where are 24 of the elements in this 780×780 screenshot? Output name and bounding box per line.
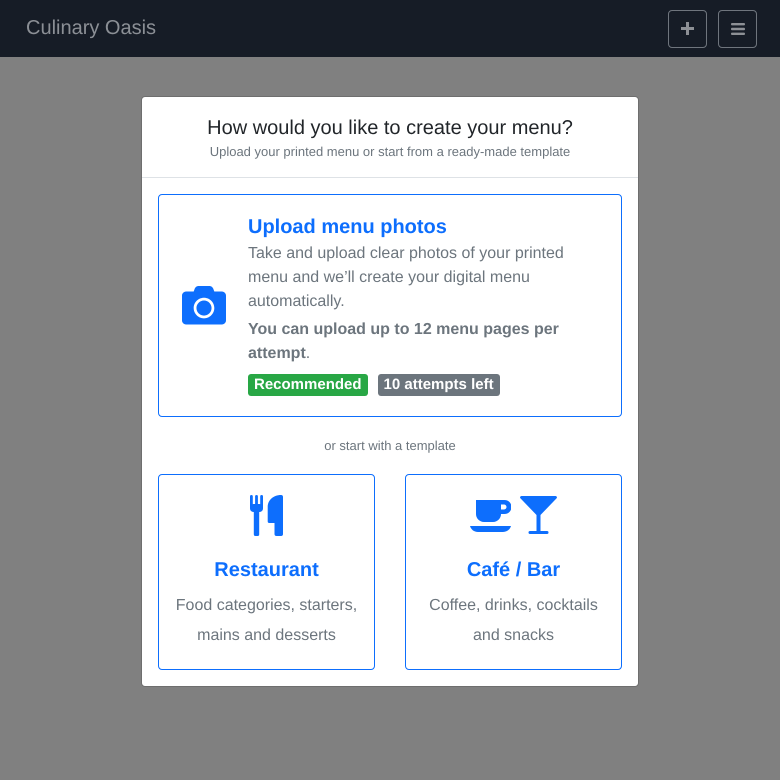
fork-and-knife-icon [250, 494, 283, 536]
template-description: Coffee, drinks, cocktails and snacks [428, 596, 599, 646]
template-description: Food categories, starters, mains and desserts [174, 596, 358, 646]
template-card[interactable]: Café / Bar Coffee, drinks, cocktails and snacks [405, 474, 622, 670]
option-description: Take and upload clear photos of your printed menu and we’ll create your digital menu automatically. [248, 244, 565, 312]
template-title: Restaurant [214, 558, 319, 582]
menu-button[interactable] [718, 10, 757, 48]
divider-text: or start with a template [323, 437, 457, 455]
template-card[interactable]: Restaurant Food categories, starters, mains and desserts [158, 474, 375, 670]
modal-subtitle: Upload your printed menu or start from a ready-made template [210, 143, 570, 161]
template-title: Café / Bar [466, 558, 560, 582]
modal-title: How would you like to create your menu? [207, 116, 573, 140]
option-title: Upload menu photos [248, 215, 447, 239]
add-button[interactable] [668, 10, 707, 48]
brand-name: Culinary Oasis [26, 17, 156, 40]
camera-icon [182, 286, 226, 325]
menu-icon [730, 22, 744, 34]
plus-icon [681, 22, 694, 35]
status-badge: 10 attempts left [378, 374, 500, 396]
upload-limit-note: You can upload up to 12 menu pages per attempt. [248, 320, 560, 364]
upload-option-card[interactable]: Upload menu photos Take and upload clear photos of your printed menu and we’ll create your digital menu automatically. You can upload up to 12 menu pages per attempt. Recommended 10 attempts left [158, 194, 622, 417]
martini-glass-icon [520, 496, 557, 534]
status-badge: Recommended [248, 374, 368, 396]
coffee-cup-icon [470, 498, 511, 532]
